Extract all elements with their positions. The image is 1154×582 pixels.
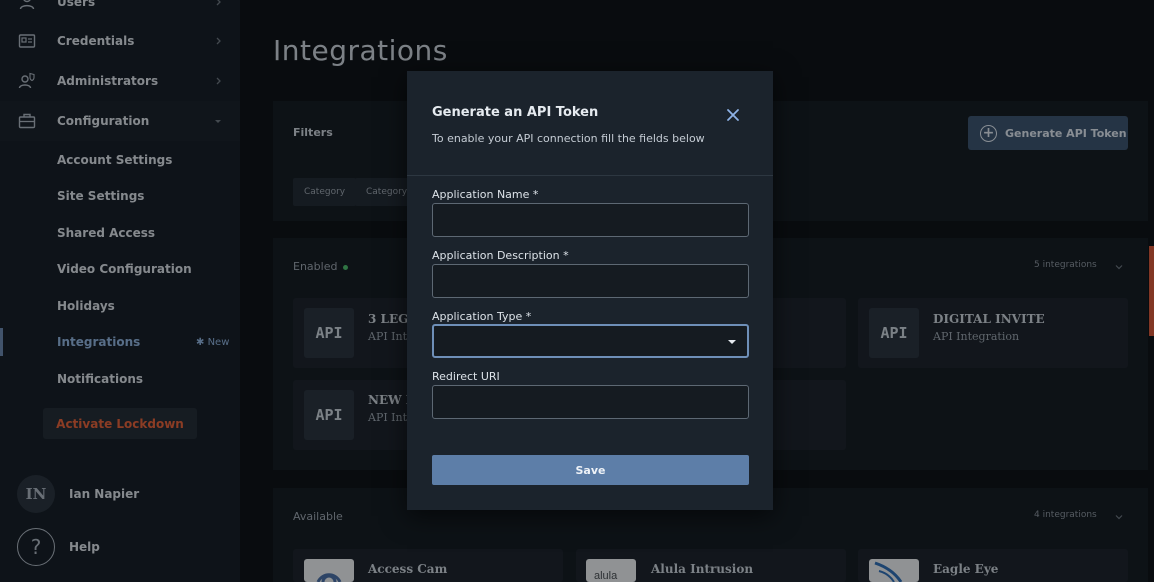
application-name-label: Application Name * bbox=[432, 188, 539, 201]
redirect-uri-label: Redirect URI bbox=[432, 370, 500, 383]
application-type-label: Application Type * bbox=[432, 310, 532, 323]
application-type-select[interactable] bbox=[432, 324, 749, 358]
modal-title: Generate an API Token bbox=[432, 105, 599, 120]
application-description-input[interactable] bbox=[432, 264, 749, 298]
close-icon[interactable] bbox=[725, 107, 741, 123]
save-button[interactable]: Save bbox=[432, 455, 749, 485]
application-name-input[interactable] bbox=[432, 203, 749, 237]
modal-divider bbox=[407, 175, 773, 176]
caret-down-icon bbox=[728, 340, 736, 344]
modal-subtitle: To enable your API connection fill the f… bbox=[432, 132, 705, 145]
application-description-label: Application Description * bbox=[432, 249, 569, 262]
generate-api-token-modal: Generate an API Token To enable your API… bbox=[407, 71, 773, 510]
redirect-uri-input[interactable] bbox=[432, 385, 749, 419]
